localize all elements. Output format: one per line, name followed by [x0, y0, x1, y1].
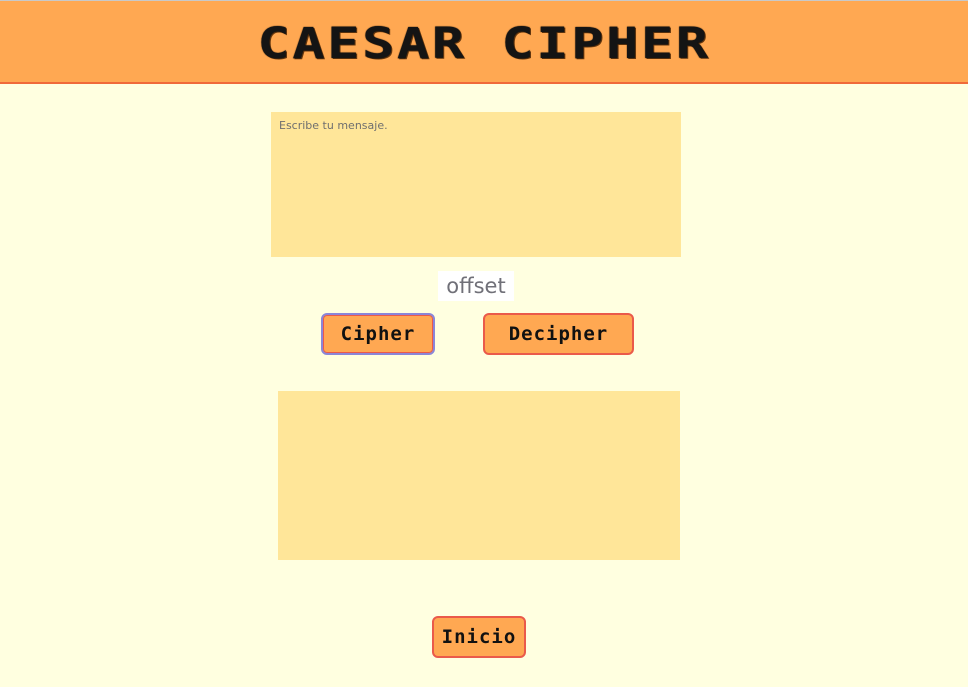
output-textarea[interactable] [278, 391, 680, 560]
decipher-button[interactable]: Decipher [483, 313, 634, 355]
inicio-button[interactable]: Inicio [432, 616, 526, 658]
page-title: CAESAR CIPHER [257, 19, 711, 69]
page-header: CAESAR CIPHER [0, 0, 968, 84]
cipher-button[interactable]: Cipher [321, 313, 435, 355]
message-input[interactable] [271, 112, 681, 257]
offset-input[interactable] [438, 271, 514, 301]
